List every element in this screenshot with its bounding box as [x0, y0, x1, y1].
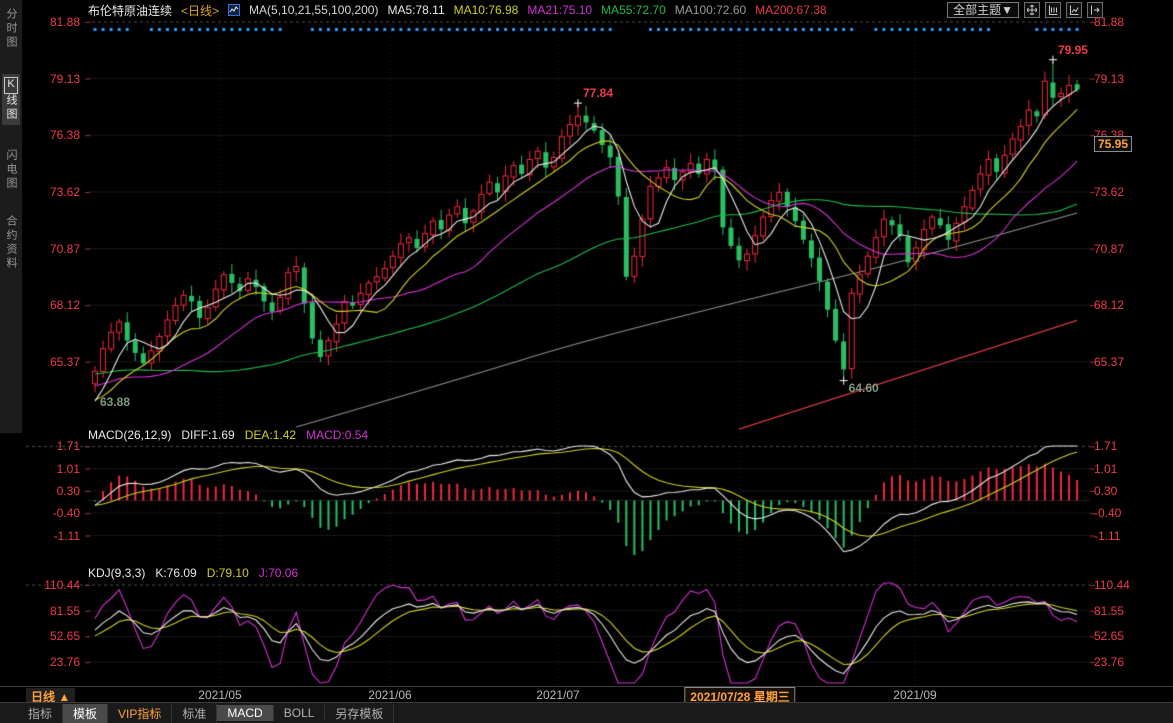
axis-tick-label: 1.01 [1094, 462, 1173, 476]
axis-tick-label: 81.88 [1094, 15, 1173, 29]
right-price-axis: 81.8879.1376.3873.6270.8768.1265.371.711… [1094, 0, 1173, 723]
macd-title: MACD(26,12,9) [88, 428, 171, 442]
tab-vip-indicators[interactable]: VIP指标 [108, 704, 172, 723]
trading-app-window: 布伦特原油连续 <日线> MA(5,10,21,55,100,200) MA5:… [0, 0, 1173, 723]
axis-tick-label: 52.65 [1094, 629, 1173, 643]
extreme-price-label: 64.60 [849, 381, 879, 395]
macd-diff-value: DIFF:1.69 [181, 428, 234, 442]
tab-macd[interactable]: MACD [217, 705, 273, 721]
axis-tick-label: 1.71 [0, 439, 80, 453]
ma10-value: MA10:76.98 [454, 3, 519, 17]
axis-tick-label: 70.87 [0, 242, 80, 256]
tab-save-template[interactable]: 另存模板 [325, 704, 394, 723]
pan-icon[interactable] [1024, 2, 1040, 18]
ma100-value: MA100:72.60 [675, 3, 746, 17]
axis-tick-label: 110.44 [0, 578, 80, 592]
ma200-value: MA200:67.38 [755, 3, 826, 17]
axis-tick-label: 81.88 [0, 15, 80, 29]
tab-templates[interactable]: 模板 [63, 704, 108, 723]
axis-tick-label: 1.01 [0, 462, 80, 476]
axis-tick-label: 79.13 [1094, 72, 1173, 86]
axis-tick-label: 81.55 [0, 604, 80, 618]
axis-tick-label: -1.11 [0, 529, 80, 543]
extreme-price-label: 77.84 [583, 86, 613, 100]
kdj-j-value: J:70.06 [259, 566, 298, 580]
tab-standard[interactable]: 标准 [172, 704, 217, 723]
axis-tick-label: 68.12 [0, 298, 80, 312]
top-bar: 布伦特原油连续 <日线> MA(5,10,21,55,100,200) MA5:… [88, 2, 827, 18]
date-tick: 2021/05 [198, 688, 241, 702]
date-tick: 2021/07 [536, 688, 579, 702]
ma5-value: MA5:78.11 [387, 3, 444, 17]
axis-tick-label: 79.13 [0, 72, 80, 86]
chart-icon [228, 4, 240, 16]
axis-tick-label: 0.30 [0, 484, 80, 498]
ma21-value: MA21:75.10 [527, 3, 592, 17]
macd-panel-header: MACD(26,12,9) DIFF:1.69 DEA:1.42 MACD:0.… [88, 428, 368, 442]
tab-indicators[interactable]: 指标 [18, 704, 63, 723]
kdj-d-value: D:79.10 [207, 566, 249, 580]
tab-boll[interactable]: BOLL [274, 705, 326, 721]
macd-dea-value: DEA:1.42 [245, 428, 296, 442]
date-tick: 2021/06 [368, 688, 411, 702]
extreme-price-label: 63.88 [100, 395, 130, 409]
macd-macd-value: MACD:0.54 [306, 428, 368, 442]
date-tick: 2021/09 [893, 688, 936, 702]
fit-x-axis-icon[interactable] [1066, 2, 1082, 18]
dropdown-arrow-icon: ▼ [1001, 3, 1013, 17]
extreme-price-label: 79.95 [1058, 43, 1088, 57]
fit-y-axis-icon[interactable] [1045, 2, 1061, 18]
axis-tick-label: 110.44 [1094, 578, 1173, 592]
axis-tick-label: 76.38 [0, 128, 80, 142]
axis-tick-label: 23.76 [1094, 655, 1173, 669]
axis-tick-label: 68.12 [1094, 298, 1173, 312]
left-price-axis: 81.88 79.13 76.38 73.62 70.87 68.12 65.37 1.71 1… [0, 0, 80, 723]
ma55-value: MA55:72.70 [601, 3, 666, 17]
axis-tick-label: 73.62 [0, 185, 80, 199]
axis-tick-label: -1.11 [1094, 529, 1173, 543]
axis-tick-label: -0.40 [1094, 506, 1173, 520]
axis-tick-label: 1.71 [1094, 439, 1173, 453]
axis-tick-label: 65.37 [0, 355, 80, 369]
axis-tick-label: 81.55 [1094, 604, 1173, 618]
ma-settings-label: MA(5,10,21,55,100,200) [249, 3, 378, 17]
top-right-toolbar: 全部主题▼ [947, 2, 1103, 18]
axis-tick-label: 70.87 [1094, 242, 1173, 256]
axis-tick-label: 73.62 [1094, 185, 1173, 199]
axis-tick-label: 52.65 [0, 629, 80, 643]
indicator-tab-bar: 指标 模板 VIP指标 标准 MACD BOLL 另存模板 [0, 702, 1173, 723]
all-themes-dropdown[interactable]: 全部主题▼ [947, 2, 1019, 18]
all-themes-label: 全部主题 [953, 3, 1001, 17]
date-axis-row: 日线 ▲ 2021/05 2021/06 2021/07 2021/09 202… [0, 686, 1173, 702]
axis-tick-label: 65.37 [1094, 355, 1173, 369]
axis-tick-label: 0.30 [1094, 484, 1173, 498]
symbol-title: 布伦特原油连续 [88, 2, 172, 19]
kdj-panel-header: KDJ(9,3,3) K:76.09 D:79.10 J:70.06 [88, 566, 298, 580]
axis-tick-label: -0.40 [0, 506, 80, 520]
kdj-title: KDJ(9,3,3) [88, 566, 145, 580]
crosshair-price-box: 75.95 [1094, 136, 1132, 152]
chart-canvas[interactable] [0, 0, 1173, 723]
kdj-k-value: K:76.09 [155, 566, 196, 580]
period-tag: <日线> [181, 2, 219, 19]
axis-tick-label: 23.76 [0, 655, 80, 669]
